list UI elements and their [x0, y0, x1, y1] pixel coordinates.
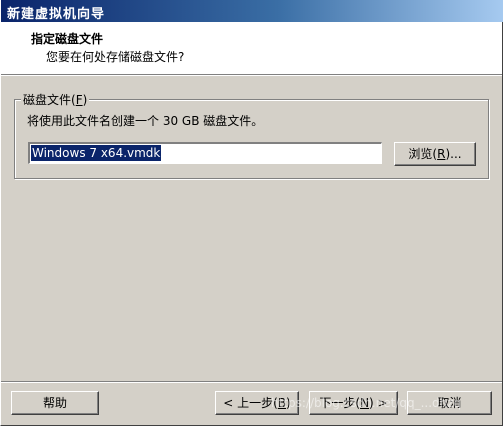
- disk-file-input[interactable]: Windows 7 x64.vmdk: [28, 142, 382, 164]
- cancel-button[interactable]: 取消: [407, 391, 492, 415]
- footer-divider: [1, 381, 502, 383]
- browse-button[interactable]: 浏览(R)...: [394, 142, 476, 166]
- back-button[interactable]: < 上一步(B): [215, 391, 299, 415]
- title-bar[interactable]: 新建虚拟机向导: [1, 0, 503, 22]
- new-vm-wizard-window: 新建虚拟机向导 指定磁盘文件 您要在何处存储磁盘文件? 磁盘文件(F) 将使用此…: [0, 0, 503, 426]
- window-title: 新建虚拟机向导: [7, 7, 106, 22]
- disk-file-input-value: Windows 7 x64.vmdk: [31, 145, 162, 161]
- page-subtitle: 您要在何处存储磁盘文件?: [46, 50, 185, 64]
- page-title: 指定磁盘文件: [31, 32, 104, 46]
- disk-file-description: 将使用此文件名创建一个 30 GB 磁盘文件。: [27, 114, 264, 128]
- disk-file-groupbox: 磁盘文件(F) 将使用此文件名创建一个 30 GB 磁盘文件。 Windows …: [14, 91, 489, 179]
- help-button[interactable]: 帮助: [11, 391, 99, 415]
- next-button[interactable]: 下一步(N) >: [309, 391, 398, 415]
- wizard-header: 指定磁盘文件 您要在何处存储磁盘文件?: [1, 22, 502, 74]
- header-divider: [1, 74, 502, 76]
- disk-file-legend: 磁盘文件(F): [21, 91, 90, 108]
